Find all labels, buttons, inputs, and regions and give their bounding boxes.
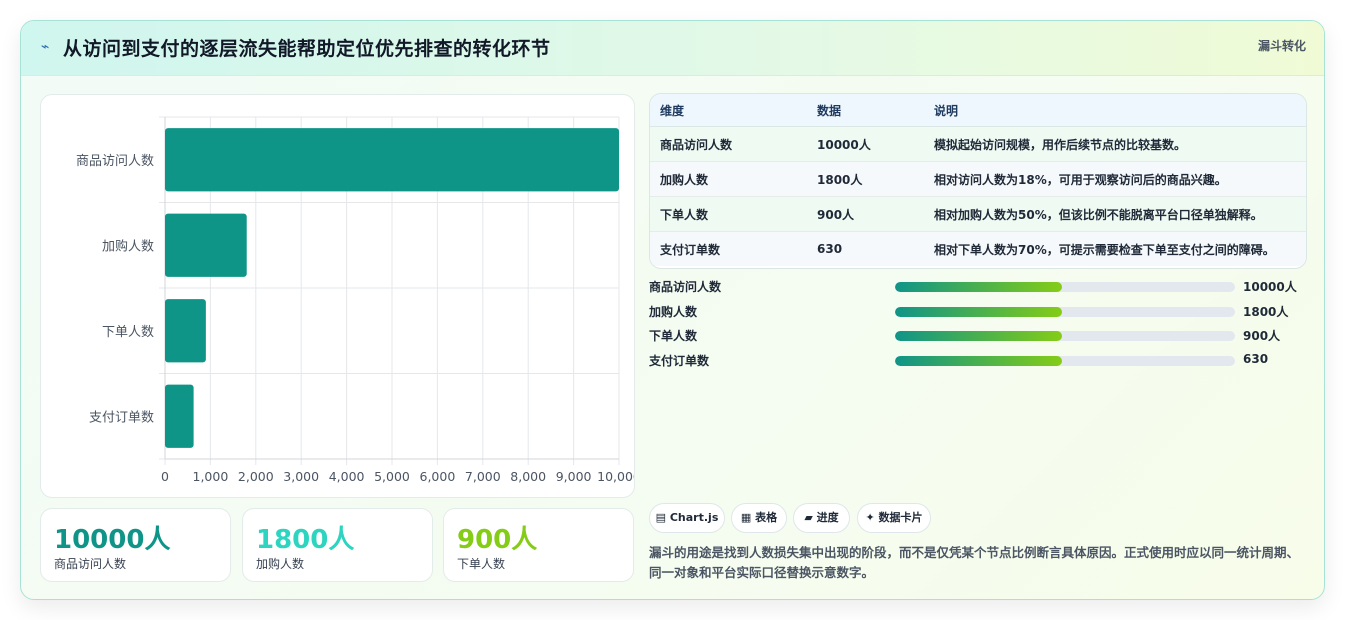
stat-card-visits: 10000人 商品访问人数 — [40, 508, 231, 582]
x-tick-label: 9,000 — [556, 469, 592, 484]
bar — [165, 128, 619, 192]
progress-value: 630 — [1243, 352, 1269, 366]
bar — [165, 299, 206, 363]
table-header-cell: 数据 — [817, 94, 934, 127]
x-tick-label: 0 — [161, 469, 169, 484]
table-row: 加购人数 1800人 相对访问人数为18%，可用于观察访问后的商品兴趣。 — [650, 161, 1306, 197]
progress-label: 加购人数 — [649, 305, 698, 319]
x-tick-label: 5,000 — [374, 469, 410, 484]
stat-card-orders: 900人 下单人数 — [443, 508, 634, 582]
x-tick-label: 4,000 — [329, 469, 365, 484]
progress-track — [895, 282, 1235, 292]
progress-value: 900人 — [1243, 329, 1281, 343]
pill-label: 表格 — [755, 511, 778, 524]
x-tick-label: 2,000 — [238, 469, 274, 484]
progress-icon: ▰ — [804, 511, 813, 524]
category-label: 下单人数 — [102, 325, 154, 340]
table-cell: 加购人数 — [650, 161, 817, 197]
stat-value: 10000人 — [54, 525, 171, 555]
stat-card-cart: 1800人 加购人数 — [242, 508, 433, 582]
stat-value: 1800人 — [256, 525, 355, 555]
stat-label: 加购人数 — [256, 557, 305, 571]
x-tick-label: 10,000 — [597, 469, 634, 484]
card-header: ⌁ 从访问到支付的逐层流失能帮助定位优先排查的转化环节 漏斗转化 — [21, 21, 1324, 76]
category-label: 加购人数 — [102, 238, 154, 254]
x-tick-label: 1,000 — [193, 469, 229, 484]
category-label: 支付订单数 — [89, 410, 154, 425]
progress-row: 商品访问人数 10000人 — [649, 278, 1309, 296]
progress-track — [895, 307, 1235, 317]
progress-fill — [895, 307, 1062, 317]
bar — [165, 213, 247, 277]
progress-fill — [895, 331, 1062, 341]
pill-label: 数据卡片 — [878, 511, 923, 524]
table-row: 下单人数 900人 相对加购人数为50%，但该比例不能脱离平台口径单独解释。 — [650, 196, 1306, 232]
funnel-bar-chart: 商品访问人数加购人数下单人数支付订单数 0 1,000 2,000 3,000 4,000… — [40, 94, 635, 498]
x-tick-label: 7,000 — [465, 469, 501, 484]
data-table: 维度 数据 说明 商品访问人数 10000人 模拟起始访问规模，用作后续节点的比… — [649, 93, 1307, 269]
table-cell: 1800人 — [817, 161, 934, 197]
progress-label: 商品访问人数 — [649, 280, 722, 294]
table-cell: 下单人数 — [650, 196, 817, 232]
x-tick-label: 8,000 — [510, 469, 546, 484]
stat-label: 下单人数 — [457, 557, 506, 571]
table-header-row: 维度 数据 说明 — [650, 94, 1306, 127]
table-cell: 相对加购人数为50%，但该比例不能脱离平台口径单独解释。 — [934, 196, 1306, 232]
table-row: 支付订单数 630 相对下单人数为70%，可提示需要检查下单至支付之间的障碍。 — [650, 231, 1306, 266]
category-tag: 漏斗转化 — [1257, 39, 1306, 53]
explanation-note: 漏斗的用途是找到人数损失集中出现的阶段，而不是仅凭某个节点比例断言具体原因。正式… — [649, 545, 1300, 580]
progress-row: 下单人数 900人 — [649, 327, 1309, 345]
pill-progress[interactable]: ▰ 进度 — [793, 503, 850, 533]
progress-label: 下单人数 — [649, 329, 698, 343]
category-label: 商品访问人数 — [76, 154, 154, 169]
progress-fill — [895, 356, 1062, 366]
bar — [165, 384, 194, 448]
pill-table[interactable]: ▦ 表格 — [731, 503, 787, 533]
table-cell: 模拟起始访问规模，用作后续节点的比较基数。 — [934, 126, 1306, 162]
chart-svg: 商品访问人数加购人数下单人数支付订单数 0 1,000 2,000 3,000 4,000… — [76, 116, 634, 484]
progress-value: 10000人 — [1243, 280, 1297, 294]
table-cell: 相对访问人数为18%，可用于观察访问后的商品兴趣。 — [934, 161, 1306, 197]
table-header-cell: 说明 — [934, 94, 1306, 127]
pill-data-card[interactable]: ✦ 数据卡片 — [857, 503, 931, 533]
table-cell: 630 — [817, 231, 934, 266]
progress-track — [895, 356, 1235, 366]
stat-value: 900人 — [457, 525, 538, 555]
progress-label: 支付订单数 — [649, 354, 710, 368]
pill-label: Chart.js — [669, 511, 719, 524]
x-tick-label: 6,000 — [420, 469, 456, 484]
spark-icon: ⌁ — [41, 39, 50, 55]
sparkle-icon: ✦ — [865, 511, 875, 524]
progress-value: 1800人 — [1243, 305, 1289, 319]
progress-row: 支付订单数 630 — [649, 352, 1309, 370]
table-row: 商品访问人数 10000人 模拟起始访问规模，用作后续节点的比较基数。 — [650, 126, 1306, 162]
table-header-cell: 维度 — [650, 94, 817, 127]
funnel-card: ⌁ 从访问到支付的逐层流失能帮助定位优先排查的转化环节 漏斗转化 商品访问人数加… — [20, 20, 1325, 600]
table-cell: 支付订单数 — [650, 231, 817, 266]
table-cell: 商品访问人数 — [650, 126, 817, 162]
stat-label: 商品访问人数 — [54, 557, 127, 571]
table-cell: 相对下单人数为70%，可提示需要检查下单至支付之间的障碍。 — [934, 231, 1306, 266]
progress-row: 加购人数 1800人 — [649, 303, 1309, 321]
pill-label: 进度 — [816, 511, 839, 524]
pill-chartjs[interactable]: ▤ Chart.js — [649, 503, 725, 533]
progress-track — [895, 331, 1235, 341]
table-cell: 900人 — [817, 196, 934, 232]
table-icon: ▦ — [740, 511, 752, 524]
chart-icon: ▤ — [655, 511, 667, 524]
table-cell: 10000人 — [817, 126, 934, 162]
page-title: 从访问到支付的逐层流失能帮助定位优先排查的转化环节 — [63, 38, 551, 60]
progress-fill — [895, 282, 1062, 292]
x-tick-label: 3,000 — [283, 469, 319, 484]
